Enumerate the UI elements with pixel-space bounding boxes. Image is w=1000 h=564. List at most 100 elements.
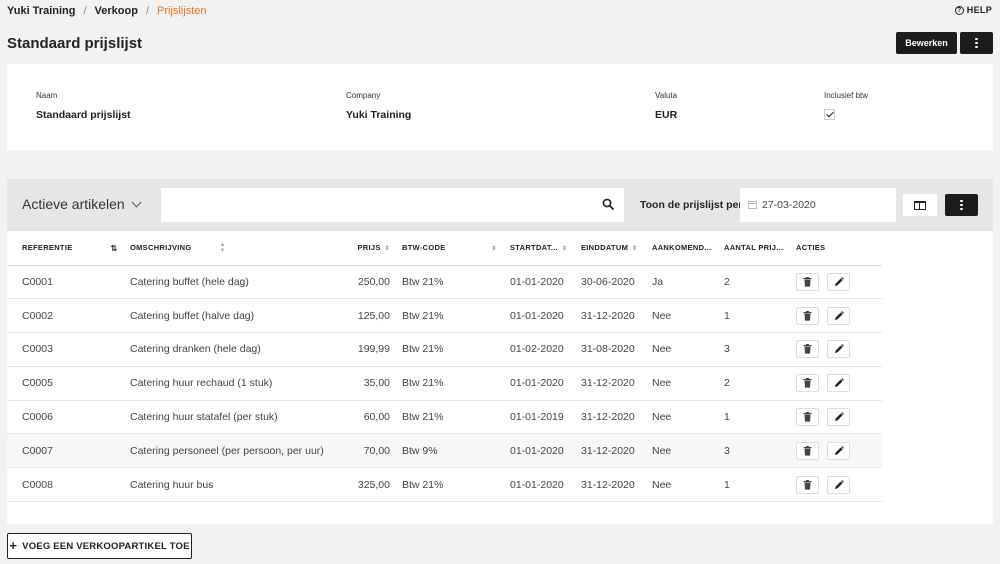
column-header-aankomend[interactable]: AANKOMEND...	[652, 231, 724, 266]
date-label: Toon de prijslijst per	[640, 199, 743, 211]
cell-omschrijving: Catering huur rechaud (1 stuk)	[130, 366, 310, 401]
cell-einddatum: 31-12-2020	[581, 366, 652, 401]
cell-btw-code: Btw 9%	[402, 433, 497, 469]
question-icon: ?	[954, 5, 964, 15]
table-row[interactable]: C0007 Catering personeel (per persoon, pe…	[7, 433, 993, 469]
search-input[interactable]	[161, 188, 581, 222]
edit-row-button[interactable]	[827, 441, 850, 460]
cell-einddatum: 31-08-2020	[581, 332, 652, 367]
table-row[interactable]: C0002 Catering buffet (halve dag) 125,00 Bt…	[7, 298, 993, 334]
cell-aankomend: Nee	[652, 366, 724, 401]
table-more-options-button[interactable]	[945, 194, 978, 216]
column-header-acties: ACTIES	[796, 231, 882, 266]
column-header-omschrijving[interactable]: OMSCHRIJVING ▲ ▼	[130, 231, 310, 266]
cell-aankomend: Nee	[652, 298, 724, 334]
breadcrumb-item-verkoop[interactable]: Verkoop	[95, 5, 138, 17]
calendar-icon	[748, 201, 757, 209]
cell-startdatum: 01-02-2020	[510, 332, 581, 367]
date-value: 27-03-2020	[762, 199, 816, 211]
date-picker[interactable]: 27-03-2020	[740, 188, 896, 222]
cell-omschrijving: Catering huur statafel (per stuk)	[130, 400, 310, 435]
edit-row-button[interactable]	[827, 340, 850, 359]
column-header-startdatum[interactable]: STARTDAT... ⬍	[510, 231, 581, 266]
cell-aantal-prijzen: 1	[724, 298, 796, 334]
pencil-icon	[834, 276, 844, 286]
pencil-icon	[834, 310, 844, 320]
cell-startdatum: 01-01-2020	[510, 298, 581, 334]
delete-button[interactable]	[796, 306, 819, 325]
sort-icon[interactable]: ▲ ▼	[220, 242, 226, 254]
delete-button[interactable]	[796, 441, 819, 460]
delete-button[interactable]	[796, 374, 819, 393]
add-sales-item-label: VOEG EEN VERKOOPARTIKEL TOE	[22, 540, 190, 552]
sort-icon[interactable]: ⬍	[562, 245, 567, 252]
table-row[interactable]: C0008 Catering huur bus 325,00 Btw 21% 01-01…	[7, 467, 993, 503]
cell-prijs: 250,00	[310, 265, 390, 300]
cell-einddatum: 30-06-2020	[581, 265, 652, 300]
vertical-dots-icon	[960, 199, 963, 211]
edit-row-button[interactable]	[827, 408, 850, 427]
column-header-aantal-prijzen[interactable]: AANTAL PRIJ...	[724, 231, 796, 266]
table-header-row: REFERENTIE ⇅ OMSCHRIJVING ▲ ▼ PRIJS ⬍ BTW-CO…	[7, 231, 993, 266]
view-selector-label: Actieve artikelen	[22, 196, 125, 212]
info-naam-value: Standaard prijslijst	[36, 109, 131, 121]
delete-button[interactable]	[796, 272, 819, 291]
delete-button[interactable]	[796, 408, 819, 427]
search-icon[interactable]	[602, 198, 614, 210]
table-row[interactable]: C0005 Catering huur rechaud (1 stuk) 35,00…	[7, 366, 993, 401]
vertical-dots-icon	[975, 37, 978, 49]
edit-row-button[interactable]	[827, 475, 850, 494]
trash-icon	[803, 412, 812, 422]
add-sales-item-button[interactable]: + VOEG EEN VERKOOPARTIKEL TOE	[7, 533, 192, 559]
breadcrumb-separator: /	[83, 5, 87, 17]
sort-asc-icon[interactable]: ⇅	[111, 244, 118, 253]
edit-row-button[interactable]	[827, 374, 850, 393]
info-company-value: Yuki Training	[346, 109, 412, 121]
info-valuta-value: EUR	[655, 109, 678, 121]
view-selector[interactable]: Actieve artikelen	[22, 196, 142, 212]
chevron-down-icon	[131, 197, 142, 207]
cell-einddatum: 31-12-2020	[581, 467, 652, 503]
column-header-referentie[interactable]: REFERENTIE ⇅	[22, 231, 130, 266]
edit-row-button[interactable]	[827, 306, 850, 325]
cell-omschrijving: Catering personeel (per persoon, per uur…	[130, 433, 324, 469]
table-row[interactable]: C0006 Catering huur statafel (per stuk) 60…	[7, 400, 993, 435]
cell-referentie: C0007	[22, 433, 130, 469]
delete-button[interactable]	[796, 475, 819, 494]
sort-icon[interactable]: ⬍	[492, 245, 497, 252]
cell-aankomend: Nee	[652, 400, 724, 435]
delete-button[interactable]	[796, 340, 819, 359]
info-inclusief-btw: Inclusief btw	[824, 91, 868, 120]
column-header-einddatum[interactable]: EINDDATUM ⬍	[581, 231, 652, 266]
edit-button[interactable]: Bewerken	[896, 32, 957, 54]
sort-icon[interactable]: ⬍	[385, 245, 390, 252]
cell-omschrijving: Catering buffet (halve dag)	[130, 298, 310, 334]
more-options-button[interactable]	[960, 32, 993, 54]
cell-aantal-prijzen: 2	[724, 366, 796, 401]
edit-row-button[interactable]	[827, 272, 850, 291]
cell-referentie: C0002	[22, 298, 130, 334]
table-row[interactable]: C0001 Catering buffet (hele dag) 250,00 Btw…	[7, 265, 993, 300]
info-naam-label: Naam	[36, 91, 58, 100]
table-row[interactable]: C0003 Catering dranken (hele dag) 199,99 Bt…	[7, 332, 993, 367]
breadcrumb-item-prijslijsten[interactable]: Prijslijsten	[157, 5, 207, 17]
cell-referentie: C0008	[22, 467, 130, 503]
breadcrumb-item-yuki-training[interactable]: Yuki Training	[7, 5, 75, 17]
cell-prijs: 325,00	[310, 467, 390, 503]
cell-aantal-prijzen: 3	[724, 332, 796, 367]
sort-icon[interactable]: ⬍	[632, 245, 637, 252]
info-naam: Naam Standaard prijslijst	[36, 91, 131, 121]
cell-prijs: 60,00	[310, 400, 390, 435]
cell-btw-code: Btw 21%	[402, 467, 497, 503]
columns-button[interactable]	[903, 194, 937, 216]
trash-icon	[803, 445, 812, 456]
cell-referentie: C0003	[22, 332, 130, 367]
cell-acties	[796, 400, 882, 435]
table-toolbar: Actieve artikelen Toon de prijslijst per…	[7, 179, 993, 231]
trash-icon	[803, 479, 812, 490]
info-valuta-label: Valuta	[655, 91, 678, 100]
help-link[interactable]: ? HELP	[954, 5, 992, 15]
plus-icon: +	[9, 538, 18, 553]
column-header-prijs[interactable]: PRIJS ⬍	[310, 231, 390, 266]
column-header-btw-code[interactable]: BTW-CODE ⬍	[402, 231, 497, 266]
